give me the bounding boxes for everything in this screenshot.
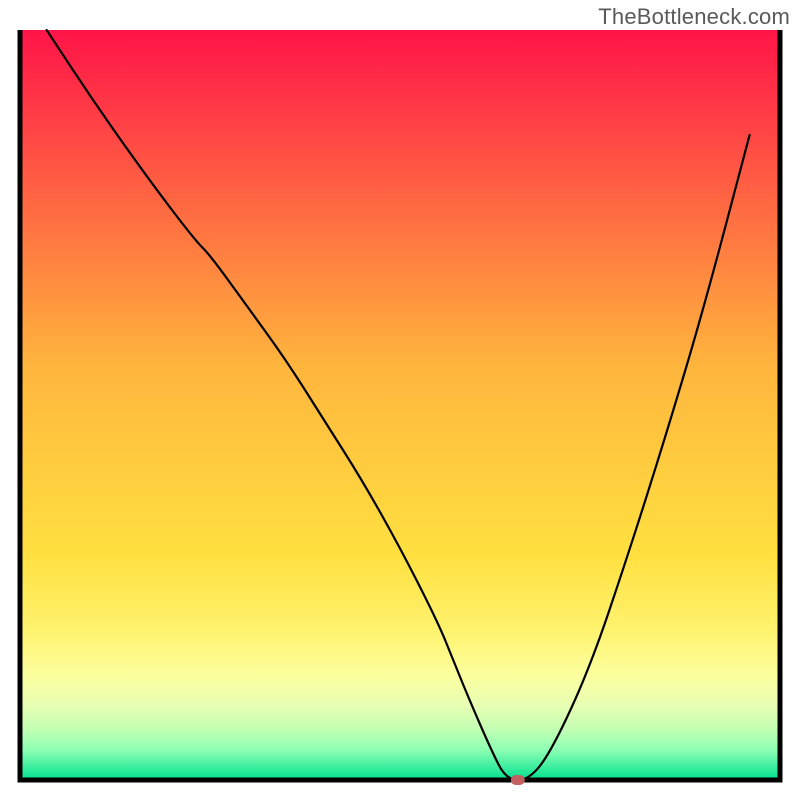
bottleneck-chart (0, 0, 800, 800)
optimal-marker (511, 775, 525, 785)
chart-container: TheBottleneck.com (0, 0, 800, 800)
gradient-background (20, 30, 780, 780)
